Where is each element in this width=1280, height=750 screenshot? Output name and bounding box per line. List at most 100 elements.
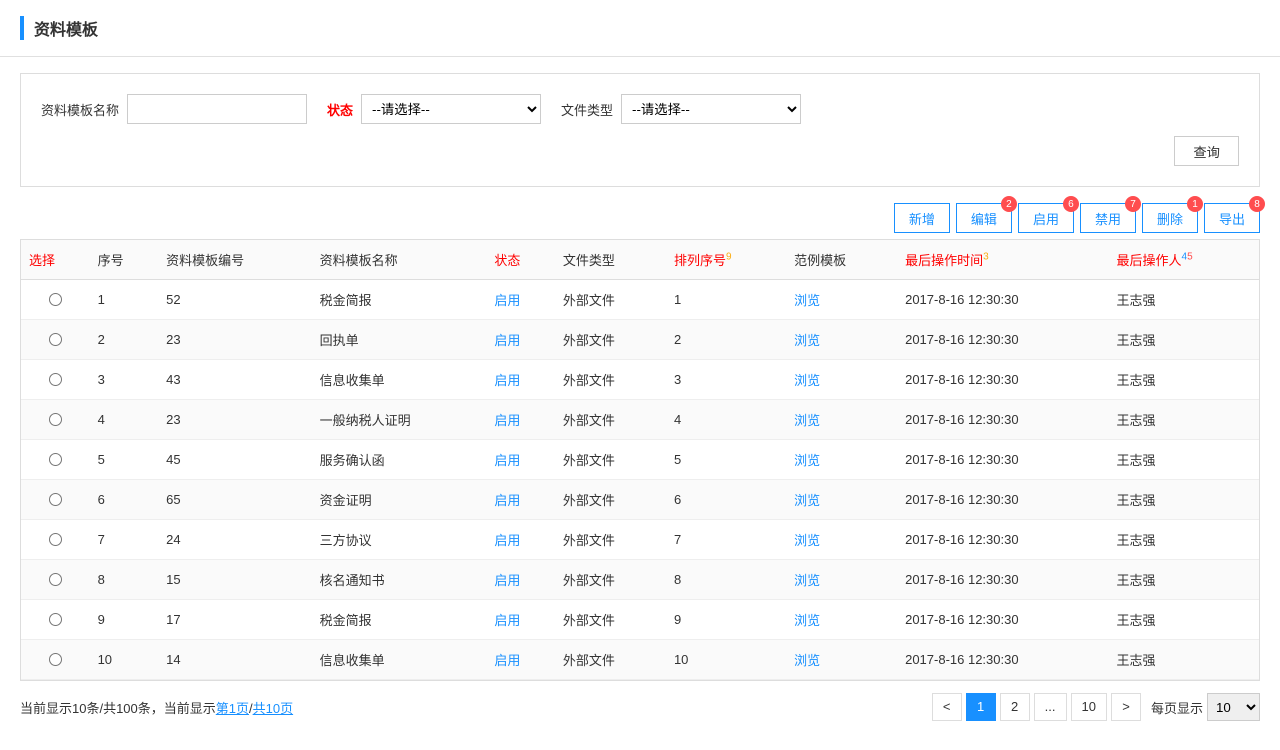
col-user: 最后操作人45 bbox=[1108, 240, 1259, 280]
toolbar: 新增 编辑 2 启用 6 禁用 7 删除 1 导出 8 bbox=[20, 203, 1260, 233]
cell-user: 王志强 bbox=[1108, 640, 1259, 680]
cell-select bbox=[21, 560, 90, 600]
browse-link[interactable]: 浏览 bbox=[794, 293, 820, 308]
browse-link[interactable]: 浏览 bbox=[794, 453, 820, 468]
cell-filetype: 外部文件 bbox=[555, 320, 666, 360]
disable-button[interactable]: 禁用 7 bbox=[1080, 203, 1136, 233]
cell-code: 23 bbox=[158, 320, 311, 360]
enable-badge: 6 bbox=[1063, 196, 1079, 212]
per-page-label: 每页显示 bbox=[1151, 698, 1203, 717]
cell-sample: 浏览 bbox=[786, 360, 897, 400]
page-buttons: < 1 2 ... 10 > bbox=[932, 693, 1141, 721]
row-radio-4[interactable] bbox=[49, 453, 62, 466]
status-value: 启用 bbox=[494, 573, 520, 588]
cell-status: 启用 bbox=[486, 320, 555, 360]
col-sample: 范例模板 bbox=[786, 240, 897, 280]
table-row: 6 65 资金证明 启用 外部文件 6 浏览 2017-8-16 12:30:3… bbox=[21, 480, 1259, 520]
edit-button[interactable]: 编辑 2 bbox=[956, 203, 1012, 233]
delete-button[interactable]: 删除 1 bbox=[1142, 203, 1198, 233]
col-time: 最后操作时间3 bbox=[897, 240, 1108, 280]
export-badge: 8 bbox=[1249, 196, 1265, 212]
cell-order: 9 bbox=[666, 600, 786, 640]
browse-link[interactable]: 浏览 bbox=[794, 653, 820, 668]
filetype-select[interactable]: --请选择-- 外部文件 bbox=[621, 94, 801, 124]
cell-order: 3 bbox=[666, 360, 786, 400]
col-index: 序号 bbox=[90, 240, 159, 280]
name-input[interactable] bbox=[127, 94, 307, 124]
cell-filetype: 外部文件 bbox=[555, 280, 666, 320]
export-button[interactable]: 导出 8 bbox=[1204, 203, 1260, 233]
add-button[interactable]: 新增 bbox=[894, 203, 950, 233]
browse-link[interactable]: 浏览 bbox=[794, 373, 820, 388]
cell-sample: 浏览 bbox=[786, 520, 897, 560]
cell-index: 1 bbox=[90, 280, 159, 320]
name-field: 资料模板名称 bbox=[41, 94, 307, 124]
row-radio-9[interactable] bbox=[49, 653, 62, 666]
page-2-button[interactable]: 2 bbox=[1000, 693, 1030, 721]
page-info: 当前显示10条/共100条，当前显示第1页/共10页 bbox=[20, 698, 293, 717]
cell-select bbox=[21, 440, 90, 480]
cell-select bbox=[21, 520, 90, 560]
enable-button[interactable]: 启用 6 bbox=[1018, 203, 1074, 233]
row-radio-6[interactable] bbox=[49, 533, 62, 546]
cell-status: 启用 bbox=[486, 440, 555, 480]
status-value: 启用 bbox=[494, 413, 520, 428]
row-radio-8[interactable] bbox=[49, 613, 62, 626]
page-ellipsis: ... bbox=[1034, 693, 1067, 721]
cell-select bbox=[21, 280, 90, 320]
page-link-current[interactable]: 第1页 bbox=[216, 701, 249, 716]
cell-select bbox=[21, 400, 90, 440]
search-panel: 资料模板名称 状态 --请选择-- 启用 禁用 文件类型 --请选择-- 外部文… bbox=[20, 73, 1260, 187]
cell-user: 王志强 bbox=[1108, 360, 1259, 400]
cell-code: 14 bbox=[158, 640, 311, 680]
page-1-button[interactable]: 1 bbox=[966, 693, 996, 721]
browse-link[interactable]: 浏览 bbox=[794, 333, 820, 348]
status-value: 启用 bbox=[494, 533, 520, 548]
row-radio-3[interactable] bbox=[49, 413, 62, 426]
status-value: 启用 bbox=[494, 333, 520, 348]
table-header: 选择 序号 资料模板编号 资料模板名称 状态 文件类型 排列序号9 范例模板 最… bbox=[21, 240, 1259, 280]
cell-index: 10 bbox=[90, 640, 159, 680]
status-select[interactable]: --请选择-- 启用 禁用 bbox=[361, 94, 541, 124]
cell-filetype: 外部文件 bbox=[555, 440, 666, 480]
browse-link[interactable]: 浏览 bbox=[794, 413, 820, 428]
cell-time: 2017-8-16 12:30:30 bbox=[897, 640, 1108, 680]
cell-name: 税金简报 bbox=[312, 600, 487, 640]
cell-select bbox=[21, 600, 90, 640]
cell-time: 2017-8-16 12:30:30 bbox=[897, 280, 1108, 320]
col-filetype: 文件类型 bbox=[555, 240, 666, 280]
query-button[interactable]: 查询 bbox=[1174, 136, 1239, 166]
cell-name: 核名通知书 bbox=[312, 560, 487, 600]
row-radio-7[interactable] bbox=[49, 573, 62, 586]
last-page-button[interactable]: 10 bbox=[1071, 693, 1107, 721]
cell-index: 5 bbox=[90, 440, 159, 480]
table-row: 5 45 服务确认函 启用 外部文件 5 浏览 2017-8-16 12:30:… bbox=[21, 440, 1259, 480]
row-radio-5[interactable] bbox=[49, 493, 62, 506]
row-radio-2[interactable] bbox=[49, 373, 62, 386]
cell-index: 3 bbox=[90, 360, 159, 400]
page-link-total[interactable]: 共10页 bbox=[253, 701, 293, 716]
cell-name: 回执单 bbox=[312, 320, 487, 360]
prev-page-button[interactable]: < bbox=[932, 693, 962, 721]
browse-link[interactable]: 浏览 bbox=[794, 493, 820, 508]
cell-order: 8 bbox=[666, 560, 786, 600]
per-page-select[interactable]: 10 20 50 100 bbox=[1207, 693, 1260, 721]
cell-name: 资金证明 bbox=[312, 480, 487, 520]
cell-user: 王志强 bbox=[1108, 600, 1259, 640]
status-value: 启用 bbox=[494, 373, 520, 388]
row-radio-1[interactable] bbox=[49, 333, 62, 346]
cell-user: 王志强 bbox=[1108, 560, 1259, 600]
status-value: 启用 bbox=[494, 293, 520, 308]
status-value: 启用 bbox=[494, 453, 520, 468]
cell-index: 7 bbox=[90, 520, 159, 560]
cell-sample: 浏览 bbox=[786, 600, 897, 640]
browse-link[interactable]: 浏览 bbox=[794, 613, 820, 628]
next-page-button[interactable]: > bbox=[1111, 693, 1141, 721]
row-radio-0[interactable] bbox=[49, 293, 62, 306]
browse-link[interactable]: 浏览 bbox=[794, 573, 820, 588]
cell-user: 王志强 bbox=[1108, 280, 1259, 320]
cell-user: 王志强 bbox=[1108, 440, 1259, 480]
cell-code: 23 bbox=[158, 400, 311, 440]
cell-code: 24 bbox=[158, 520, 311, 560]
browse-link[interactable]: 浏览 bbox=[794, 533, 820, 548]
